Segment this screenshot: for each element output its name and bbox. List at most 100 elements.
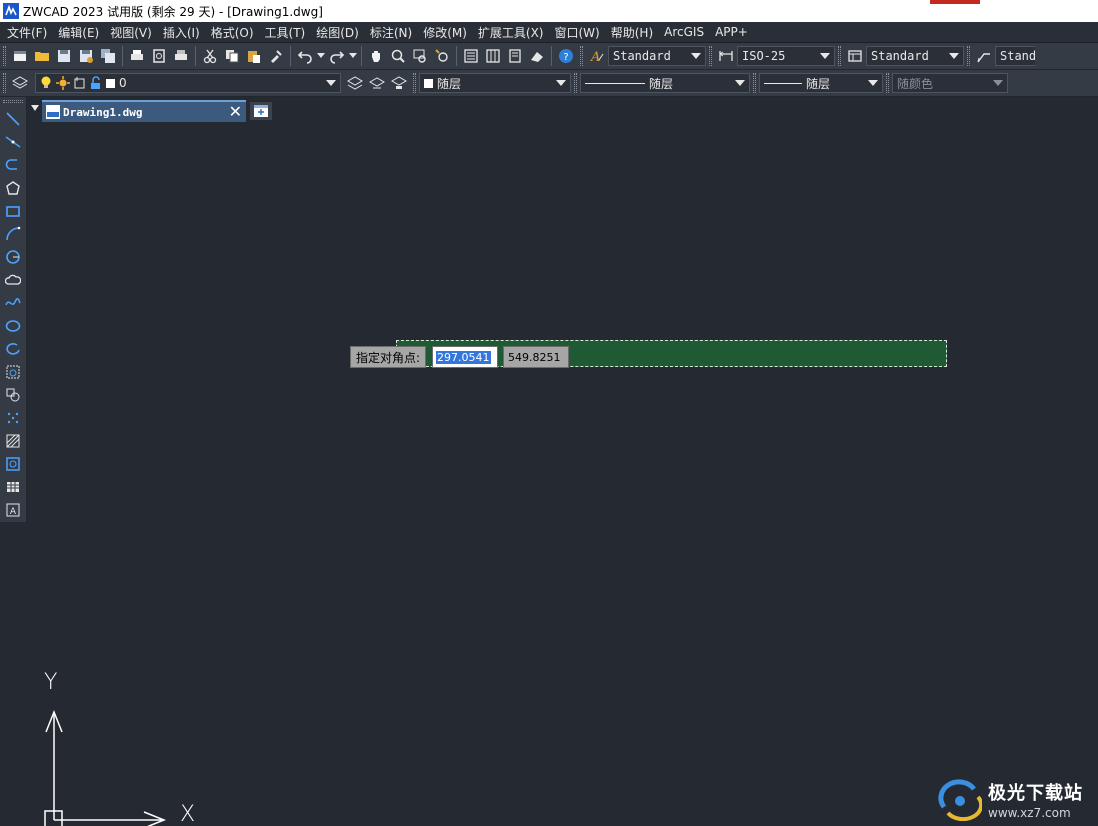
tab-drawing1[interactable]: Drawing1.dwg ✕ bbox=[42, 100, 246, 122]
toolbar-grip[interactable] bbox=[886, 73, 889, 93]
layer-select[interactable]: 0 bbox=[35, 73, 341, 93]
table-style-icon[interactable] bbox=[844, 45, 866, 67]
cut-icon[interactable] bbox=[199, 45, 221, 67]
color-select[interactable]: 随层 bbox=[419, 73, 571, 93]
layer-states-icon[interactable] bbox=[388, 72, 410, 94]
menu-draw[interactable]: 绘图(D) bbox=[312, 24, 366, 41]
toolbar-grip[interactable] bbox=[580, 46, 583, 66]
toolbar-grip[interactable] bbox=[574, 73, 577, 93]
pan-hand-icon[interactable] bbox=[365, 45, 387, 67]
copy-icon[interactable] bbox=[221, 45, 243, 67]
table-style-select[interactable]: Standard bbox=[866, 46, 964, 66]
layer-previous-icon[interactable] bbox=[366, 72, 388, 94]
toolbar-separator bbox=[456, 46, 457, 66]
polygon-icon[interactable] bbox=[2, 176, 24, 199]
dimension-style-select[interactable]: ISO-25 bbox=[737, 46, 835, 66]
multiline-text-icon[interactable]: A bbox=[2, 498, 24, 521]
save-all-icon[interactable] bbox=[97, 45, 119, 67]
plot-style-select[interactable]: 随颜色 bbox=[892, 73, 1008, 93]
ellipse-icon[interactable] bbox=[2, 314, 24, 337]
insert-block-icon[interactable] bbox=[2, 360, 24, 383]
new-file-icon[interactable] bbox=[9, 45, 31, 67]
ellipse-arc-icon[interactable] bbox=[2, 337, 24, 360]
paste-icon[interactable] bbox=[243, 45, 265, 67]
menu-view[interactable]: 视图(V) bbox=[106, 24, 159, 41]
make-object-layer-current-icon[interactable] bbox=[344, 72, 366, 94]
menu-insert[interactable]: 插入(I) bbox=[159, 24, 207, 41]
redo-dropdown-icon[interactable] bbox=[348, 45, 358, 67]
text-style-select[interactable]: Standard bbox=[608, 46, 706, 66]
save-as-icon[interactable] bbox=[75, 45, 97, 67]
toolbar-grip[interactable] bbox=[967, 46, 970, 66]
svg-text:?: ? bbox=[563, 52, 568, 63]
menu-window[interactable]: 窗口(W) bbox=[551, 24, 607, 41]
new-drawing-tab-button[interactable] bbox=[250, 102, 272, 120]
dynamic-input-tooltip: 指定对角点: 297.0541 549.8251 bbox=[350, 346, 570, 368]
print-icon[interactable] bbox=[126, 45, 148, 67]
toolbar-grip[interactable] bbox=[753, 73, 756, 93]
close-tab-button[interactable]: ✕ bbox=[229, 103, 242, 121]
chevron-down-icon bbox=[326, 80, 336, 86]
layer-manager-icon[interactable] bbox=[9, 72, 31, 94]
menu-file[interactable]: 文件(F) bbox=[3, 24, 54, 41]
menu-format[interactable]: 格式(O) bbox=[207, 24, 261, 41]
dimension-style-icon[interactable] bbox=[715, 45, 737, 67]
toolbar-grip[interactable] bbox=[709, 46, 712, 66]
circle-center-icon[interactable] bbox=[2, 245, 24, 268]
publish-icon[interactable] bbox=[170, 45, 192, 67]
menu-tools[interactable]: 工具(T) bbox=[261, 24, 313, 41]
undo-icon[interactable] bbox=[294, 45, 316, 67]
toolbar-grip[interactable] bbox=[3, 73, 6, 93]
x-coordinate-input[interactable]: 297.0541 bbox=[432, 346, 499, 368]
construction-line-icon[interactable] bbox=[2, 130, 24, 153]
toolbar-grip[interactable] bbox=[3, 46, 6, 66]
toolbar-grip[interactable] bbox=[413, 73, 416, 93]
standard-toolbar: ? A Standard ISO-25 Standard Standa bbox=[0, 43, 1098, 70]
make-block-icon[interactable] bbox=[2, 383, 24, 406]
properties-icon[interactable] bbox=[460, 45, 482, 67]
menu-app-plus[interactable]: APP+ bbox=[711, 25, 755, 39]
rectangle-icon[interactable] bbox=[2, 199, 24, 222]
region-icon[interactable] bbox=[2, 452, 24, 475]
menu-arcgis[interactable]: ArcGIS bbox=[660, 25, 711, 39]
menu-modify[interactable]: 修改(M) bbox=[419, 24, 474, 41]
arc-icon[interactable] bbox=[2, 222, 24, 245]
y-coordinate-input[interactable]: 549.8251 bbox=[503, 346, 570, 368]
chevron-down-icon bbox=[820, 53, 830, 59]
open-folder-icon[interactable] bbox=[31, 45, 53, 67]
point-icon[interactable] bbox=[2, 406, 24, 429]
multileader-style-icon[interactable] bbox=[973, 45, 995, 67]
line-icon[interactable] bbox=[2, 107, 24, 130]
zoom-window-icon[interactable] bbox=[409, 45, 431, 67]
lineweight-select[interactable]: 随层 bbox=[759, 73, 883, 93]
zoom-previous-icon[interactable] bbox=[431, 45, 453, 67]
linetype-select[interactable]: 随层 bbox=[580, 73, 750, 93]
revision-cloud-icon[interactable] bbox=[2, 268, 24, 291]
menu-dimension[interactable]: 标注(N) bbox=[366, 24, 419, 41]
text-style-icon[interactable]: A bbox=[586, 45, 608, 67]
menu-help[interactable]: 帮助(H) bbox=[607, 24, 660, 41]
match-properties-icon[interactable] bbox=[265, 45, 287, 67]
zoom-realtime-icon[interactable] bbox=[387, 45, 409, 67]
redo-icon[interactable] bbox=[326, 45, 348, 67]
tool-palettes-icon[interactable] bbox=[504, 45, 526, 67]
undo-dropdown-icon[interactable] bbox=[316, 45, 326, 67]
table-icon[interactable] bbox=[2, 475, 24, 498]
print-preview-icon[interactable] bbox=[148, 45, 170, 67]
menu-edit[interactable]: 编辑(E) bbox=[54, 24, 106, 41]
toolbar-grip[interactable] bbox=[3, 100, 23, 103]
tab-list-dropdown-icon[interactable] bbox=[31, 105, 39, 111]
polyline-icon[interactable] bbox=[2, 153, 24, 176]
spline-icon[interactable] bbox=[2, 291, 24, 314]
help-icon[interactable]: ? bbox=[555, 45, 577, 67]
close-window-button[interactable] bbox=[930, 0, 980, 4]
design-center-icon[interactable] bbox=[482, 45, 504, 67]
save-icon[interactable] bbox=[53, 45, 75, 67]
document-tab-strip: Drawing1.dwg ✕ bbox=[28, 97, 1098, 123]
toolbar-separator bbox=[551, 46, 552, 66]
markup-icon[interactable] bbox=[526, 45, 548, 67]
hatch-icon[interactable] bbox=[2, 429, 24, 452]
toolbar-grip[interactable] bbox=[838, 46, 841, 66]
multileader-style-select[interactable]: Standa bbox=[995, 46, 1035, 66]
menu-extension-tools[interactable]: 扩展工具(X) bbox=[474, 24, 551, 41]
